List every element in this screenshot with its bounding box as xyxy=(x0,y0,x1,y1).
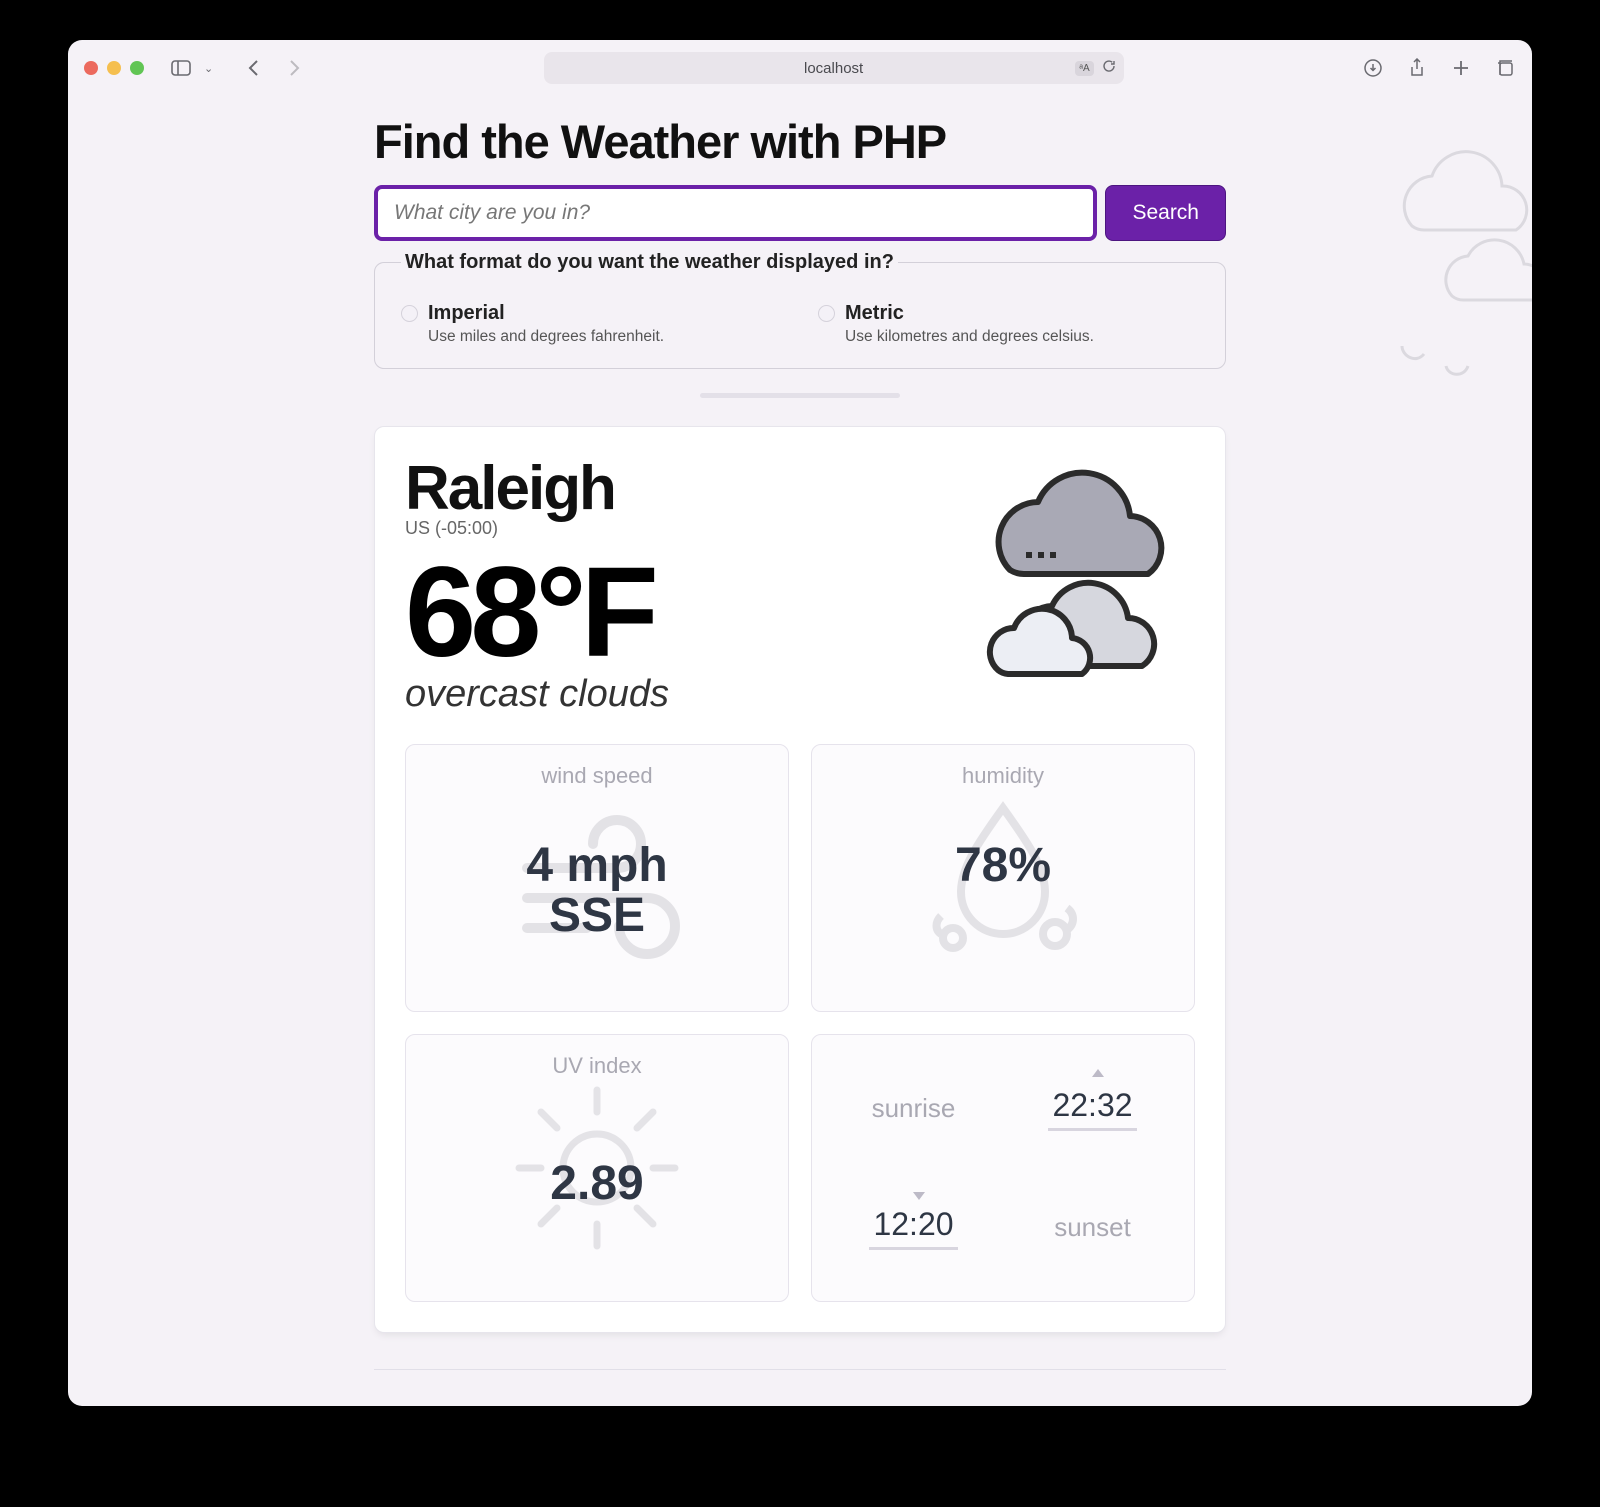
page-title: Find the Weather with PHP xyxy=(374,114,1226,169)
format-option-label: Imperial xyxy=(428,302,664,325)
country-timezone: US (-05:00) xyxy=(405,518,915,539)
minimize-window-button[interactable] xyxy=(107,61,121,75)
format-option-imperial[interactable]: Imperial Use miles and degrees fahrenhei… xyxy=(401,302,782,346)
translate-icon[interactable]: ᵃA xyxy=(1075,61,1093,76)
metric-title: UV index xyxy=(552,1053,641,1079)
downloads-icon[interactable] xyxy=(1362,57,1384,79)
sunset-time: 12:20 xyxy=(869,1206,957,1250)
format-option-metric[interactable]: Metric Use kilometres and degrees celsiu… xyxy=(818,302,1199,346)
wind-speed-value: 4 mph xyxy=(526,841,667,891)
overcast-clouds-icon xyxy=(935,453,1195,716)
uv-index-card: UV index xyxy=(405,1034,789,1302)
browser-toolbar: ⌄ localhost ᵃA xyxy=(68,40,1532,96)
address-bar[interactable]: localhost ᵃA xyxy=(544,52,1124,84)
footer-divider xyxy=(374,1369,1226,1370)
wind-direction: SSE xyxy=(526,891,667,941)
window-traffic-lights xyxy=(84,61,144,75)
sunset-label: sunset xyxy=(1054,1212,1131,1243)
decorative-clouds-icon xyxy=(1372,136,1532,391)
new-tab-icon[interactable] xyxy=(1450,57,1472,79)
city-search-input[interactable] xyxy=(374,185,1097,241)
address-bar-controls: ᵃA xyxy=(1075,59,1115,77)
radio-icon[interactable] xyxy=(401,305,418,322)
format-legend: What format do you want the weather disp… xyxy=(401,251,898,274)
format-fieldset: What format do you want the weather disp… xyxy=(374,251,1226,369)
metric-title: humidity xyxy=(962,763,1044,789)
humidity-card: humidity 78% xyxy=(811,744,1195,1012)
radio-icon[interactable] xyxy=(818,305,835,322)
tab-group-chevron-icon[interactable]: ⌄ xyxy=(204,62,213,75)
sunrise-time: 22:32 xyxy=(1048,1087,1136,1131)
share-icon[interactable] xyxy=(1406,57,1428,79)
reload-icon[interactable] xyxy=(1102,59,1116,77)
search-button[interactable]: Search xyxy=(1105,185,1226,241)
city-name: Raleigh xyxy=(405,453,915,524)
format-option-description: Use kilometres and degrees celsius. xyxy=(845,328,1094,346)
section-divider xyxy=(700,393,900,398)
wind-speed-card: wind speed 4 mph SSE xyxy=(405,744,789,1012)
close-window-button[interactable] xyxy=(84,61,98,75)
tab-overview-icon[interactable] xyxy=(1494,57,1516,79)
metric-title: wind speed xyxy=(541,763,652,789)
page-body: Find the Weather with PHP Search What fo… xyxy=(68,96,1532,1406)
conditions-text: overcast clouds xyxy=(405,673,915,716)
humidity-value: 78% xyxy=(955,841,1051,891)
sunrise-label: sunrise xyxy=(872,1093,956,1124)
nav-forward-button[interactable] xyxy=(283,57,305,79)
fullscreen-window-button[interactable] xyxy=(130,61,144,75)
sidebar-toggle-icon[interactable] xyxy=(170,57,192,79)
address-bar-url: localhost xyxy=(804,60,863,77)
browser-window: ⌄ localhost ᵃA xyxy=(68,40,1532,1406)
weather-card: Raleigh US (-05:00) 68°F overcast clouds xyxy=(374,426,1226,1333)
format-option-label: Metric xyxy=(845,302,1094,325)
format-option-description: Use miles and degrees fahrenheit. xyxy=(428,328,664,346)
temperature: 68°F xyxy=(405,549,915,677)
sunrise-sunset-card: sunrise 22:32 12:20 sunset xyxy=(811,1034,1195,1302)
nav-back-button[interactable] xyxy=(243,57,265,79)
uv-index-value: 2.89 xyxy=(550,1159,643,1209)
